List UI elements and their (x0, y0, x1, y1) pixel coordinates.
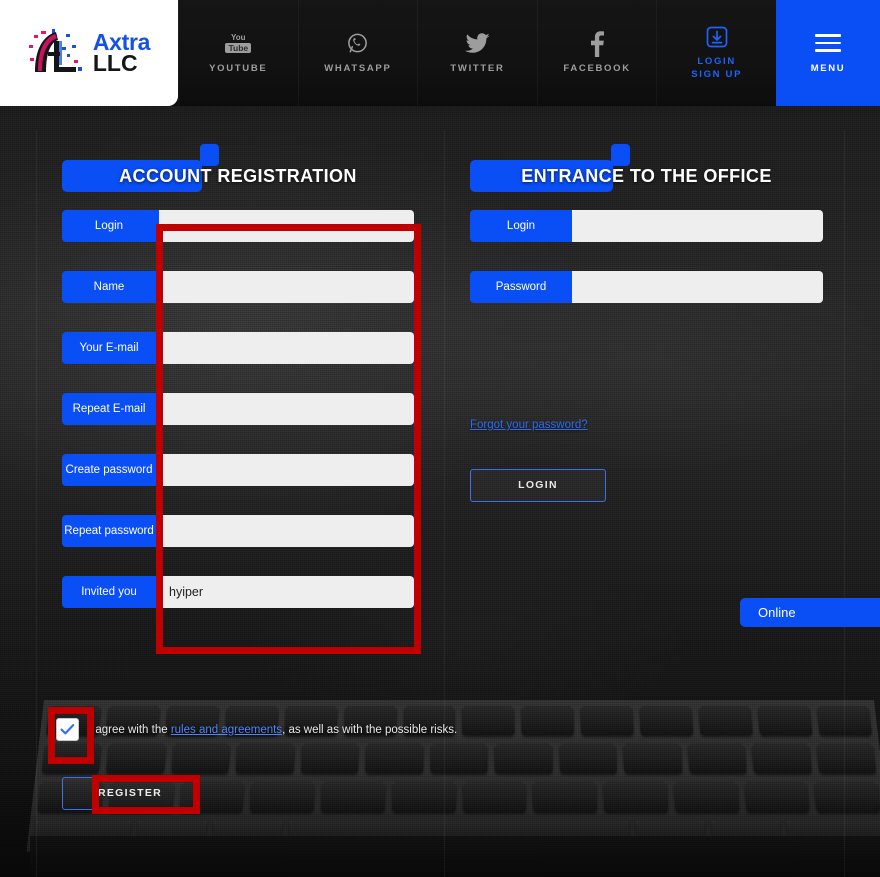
whatsapp-icon (346, 31, 369, 57)
axtra-glitch-a-logo-icon (28, 29, 82, 72)
registration-panel: ACCOUNT REGISTRATION Login Name Your E-m… (62, 144, 414, 637)
field-row-repeat-email: Repeat E-mail (62, 393, 414, 425)
field-label-repeat-password: Repeat password (62, 515, 156, 547)
field-label-email: Your E-mail (62, 332, 156, 364)
nav-item-facebook[interactable]: FACEBOOK (536, 0, 657, 106)
field-row-repeat-password: Repeat password (62, 515, 414, 547)
page-root: Axtra LLC You Tube YOUTUBE WHATSAPP TWIT… (0, 0, 880, 877)
registration-login-input[interactable] (156, 210, 414, 242)
entrance-login-input[interactable] (572, 210, 823, 242)
field-label-entrance-login: Login (470, 210, 572, 242)
entrance-password-input[interactable] (572, 271, 823, 303)
field-label-login: Login (62, 210, 156, 242)
layout-guide-left (36, 130, 37, 877)
agreement-text: I agree with the rules and agreements, a… (89, 724, 457, 736)
registration-invited-you-input[interactable] (156, 576, 414, 608)
download-box-icon (705, 24, 729, 50)
hamburger-icon (814, 30, 841, 56)
online-chat-tab[interactable]: Online (740, 598, 880, 627)
nav-label-menu: MENU (810, 63, 846, 75)
nav-item-twitter[interactable]: TWITTER (417, 0, 537, 106)
rules-and-agreements-link[interactable]: rules and agreements (171, 724, 282, 736)
field-label-create-password: Create password (62, 454, 156, 486)
field-row-invited-you: Invited you (62, 576, 414, 608)
field-label-entrance-password: Password (470, 271, 572, 303)
checkmark-icon (60, 724, 75, 735)
field-row-email: Your E-mail (62, 332, 414, 364)
registration-repeat-email-input[interactable] (156, 393, 414, 425)
register-button[interactable]: REGISTER (62, 777, 198, 810)
nav-label-facebook: FACEBOOK (563, 62, 631, 74)
nav-item-whatsapp[interactable]: WHATSAPP (297, 0, 418, 106)
keyboard-base (30, 836, 880, 877)
field-row-entrance-login: Login (470, 210, 823, 242)
nav-item-menu[interactable]: MENU (775, 0, 880, 106)
nav-item-youtube[interactable]: You Tube YOUTUBE (178, 0, 298, 106)
field-row-entrance-password: Password (470, 271, 823, 303)
agreement-checkbox[interactable] (56, 718, 79, 741)
agreement-text-after: , as well as with the possible risks. (282, 723, 458, 736)
layout-guide-center (444, 130, 445, 877)
field-label-invited-you: Invited you (62, 576, 156, 608)
registration-create-password-input[interactable] (156, 454, 414, 486)
nav-label-whatsapp: WHATSAPP (324, 62, 392, 74)
nav-label-signup: SIGN UP (691, 69, 743, 80)
entrance-panel: ENTRANCE TO THE OFFICE Login Password (470, 144, 823, 332)
login-button[interactable]: LOGIN (470, 469, 606, 502)
field-label-repeat-email: Repeat E-mail (62, 393, 156, 425)
agreement-row: I agree with the rules and agreements, a… (56, 718, 457, 741)
forgot-password-link[interactable]: Forgot your password? (470, 419, 588, 431)
nav-label-youtube: YOUTUBE (209, 62, 268, 74)
twitter-bird-icon (464, 31, 490, 57)
entrance-heading-text: ENTRANCE TO THE OFFICE (521, 166, 772, 186)
field-label-name: Name (62, 271, 156, 303)
nav-item-login-signup[interactable]: LOGIN SIGN UP (656, 0, 776, 106)
agreement-text-before: I agree with the (89, 723, 171, 736)
field-row-login: Login (62, 210, 414, 242)
nav-label-login-signup: LOGIN SIGN UP (691, 56, 742, 82)
top-navigation-bar: Axtra LLC You Tube YOUTUBE WHATSAPP TWIT… (0, 0, 880, 106)
entrance-heading: ENTRANCE TO THE OFFICE (470, 144, 823, 192)
registration-heading-text: ACCOUNT REGISTRATION (119, 166, 357, 186)
layout-guide-right (844, 130, 845, 877)
brand-name-line2: LLC (92, 50, 138, 76)
registration-name-input[interactable] (156, 271, 414, 303)
youtube-icon: You Tube (225, 31, 252, 57)
brand-name: Axtra LLC (92, 30, 151, 76)
field-row-name: Name (62, 271, 414, 303)
registration-heading: ACCOUNT REGISTRATION (62, 144, 414, 192)
field-row-create-password: Create password (62, 454, 414, 486)
nav-label-twitter: TWITTER (450, 62, 505, 74)
nav-label-login: LOGIN (697, 56, 736, 68)
registration-email-input[interactable] (156, 332, 414, 364)
facebook-f-icon (590, 30, 605, 57)
registration-repeat-password-input[interactable] (156, 515, 414, 547)
brand-logo[interactable]: Axtra LLC (0, 0, 178, 106)
